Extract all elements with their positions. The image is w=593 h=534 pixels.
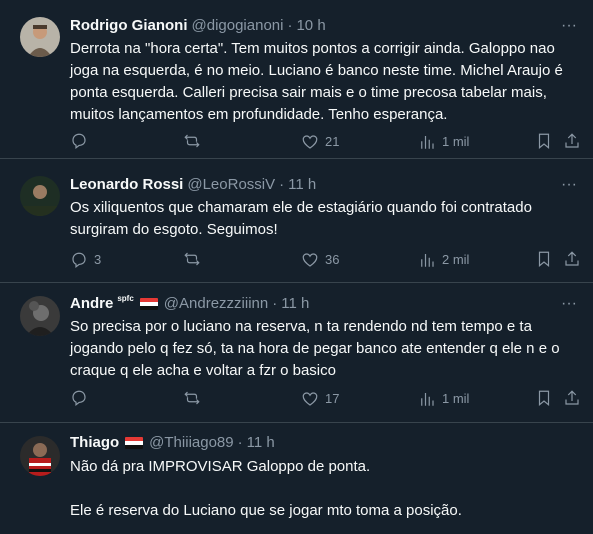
view-count: 1 mil (442, 134, 470, 149)
views-icon (421, 254, 434, 267)
like-button[interactable]: 21 (301, 132, 339, 152)
avatar-image (20, 17, 60, 57)
tweet-text: So precisa por o luciano na reserva, n t… (70, 318, 564, 379)
retweet-button[interactable] (183, 132, 207, 150)
like-icon (302, 392, 318, 406)
tweet-header: Andre spfc @Andrezzziiinn · 11 h (70, 294, 553, 314)
author-name[interactable]: Andre (70, 294, 113, 314)
view-count: 1 mil (442, 391, 470, 406)
views-button[interactable]: 2 mil (418, 250, 469, 270)
tweet-text: Não dá pra IMPROVISAR Galoppo de ponta. … (70, 458, 462, 519)
views-icon (421, 136, 434, 149)
reply-button[interactable] (70, 389, 94, 407)
tweet-feed: Rodrigo Gianoni @digogianoni · 10 h ··· … (0, 0, 593, 534)
author-name[interactable]: Leonardo Rossi (70, 175, 183, 195)
author-handle[interactable]: @LeoRossiV (187, 175, 275, 195)
avatar[interactable] (20, 17, 60, 57)
bookmark-button[interactable] (535, 389, 553, 407)
retweet-button[interactable] (183, 389, 207, 407)
view-count: 2 mil (442, 252, 470, 267)
retweet-icon (184, 252, 200, 266)
avatar-image (20, 296, 60, 336)
tweet-text: Os xiliquentos que chamaram ele de estag… (70, 199, 537, 238)
flag-icon (125, 437, 144, 449)
like-button[interactable]: 17 (301, 389, 339, 409)
tweet-item[interactable]: Thiago @Thiiiago89 · 11 h Não dá pra IMP… (0, 423, 593, 534)
retweet-icon (184, 134, 200, 148)
tweet-actions: 3 36 2 mil (70, 250, 579, 270)
share-icon (565, 133, 579, 148)
bookmark-icon (538, 133, 550, 150)
author-name[interactable]: Thiago (70, 433, 119, 453)
timestamp[interactable]: 11 h (247, 433, 275, 453)
views-button[interactable]: 1 mil (418, 389, 469, 409)
like-button[interactable]: 36 (301, 250, 339, 270)
retweet-button[interactable] (183, 250, 207, 268)
name-badge: spfc (117, 294, 134, 303)
avatar[interactable] (20, 296, 60, 336)
separator-dot: · (287, 17, 293, 34)
author-handle[interactable]: @Andrezzziiinn (164, 294, 268, 314)
reply-button[interactable]: 3 (70, 250, 101, 270)
author-handle[interactable]: @digogianoni (192, 16, 284, 36)
avatar[interactable] (20, 176, 60, 216)
like-count: 17 (325, 391, 340, 406)
share-button[interactable] (563, 389, 581, 407)
share-icon (565, 251, 579, 266)
avatar[interactable] (20, 436, 60, 476)
views-icon (421, 393, 434, 406)
tweet-actions: 17 1 mil (70, 389, 579, 409)
separator-dot: · (279, 176, 285, 193)
timestamp[interactable]: 11 h (281, 294, 309, 314)
reply-icon (72, 390, 86, 406)
tweet-actions: 21 1 mil (70, 132, 579, 152)
avatar-image (20, 436, 60, 476)
like-count: 21 (325, 134, 340, 149)
timestamp[interactable]: 11 h (288, 175, 316, 195)
more-icon[interactable]: ··· (559, 18, 579, 40)
share-icon (565, 390, 579, 405)
tweet-header: Rodrigo Gianoni @digogianoni · 10 h (70, 16, 553, 36)
more-icon[interactable]: ··· (559, 296, 579, 318)
tweet-item[interactable]: Leonardo Rossi @LeoRossiV · 11 h ··· Os … (0, 159, 593, 283)
share-button[interactable] (563, 250, 581, 268)
bookmark-icon (538, 251, 550, 268)
tweet-item[interactable]: Andre spfc @Andrezzziiinn · 11 h ··· So … (0, 283, 593, 423)
separator-dot: · (237, 434, 243, 451)
more-icon[interactable]: ··· (559, 177, 579, 199)
tweet-header: Thiago @Thiiiago89 · 11 h (70, 433, 553, 453)
like-count: 36 (325, 252, 340, 267)
tweet-header: Leonardo Rossi @LeoRossiV · 11 h (70, 175, 553, 195)
retweet-icon (184, 391, 200, 405)
tweet-text: Derrota na "hora certa". Tem muitos pont… (70, 40, 567, 123)
author-handle[interactable]: @Thiiiago89 (149, 433, 233, 453)
flag-icon (139, 298, 158, 310)
reply-button[interactable] (70, 132, 94, 150)
bookmark-icon (538, 390, 550, 407)
share-button[interactable] (563, 132, 581, 150)
views-button[interactable]: 1 mil (418, 132, 469, 152)
like-icon (302, 135, 318, 149)
author-name[interactable]: Rodrigo Gianoni (70, 16, 188, 36)
bookmark-button[interactable] (535, 132, 553, 150)
reply-count: 3 (94, 252, 102, 267)
bookmark-button[interactable] (535, 250, 553, 268)
avatar-image (20, 176, 60, 216)
like-icon (302, 253, 318, 267)
timestamp[interactable]: 10 h (296, 16, 325, 36)
separator-dot: · (272, 295, 278, 312)
tweet-item[interactable]: Rodrigo Gianoni @digogianoni · 10 h ··· … (0, 0, 593, 159)
reply-icon (72, 252, 86, 268)
reply-icon (72, 133, 86, 149)
